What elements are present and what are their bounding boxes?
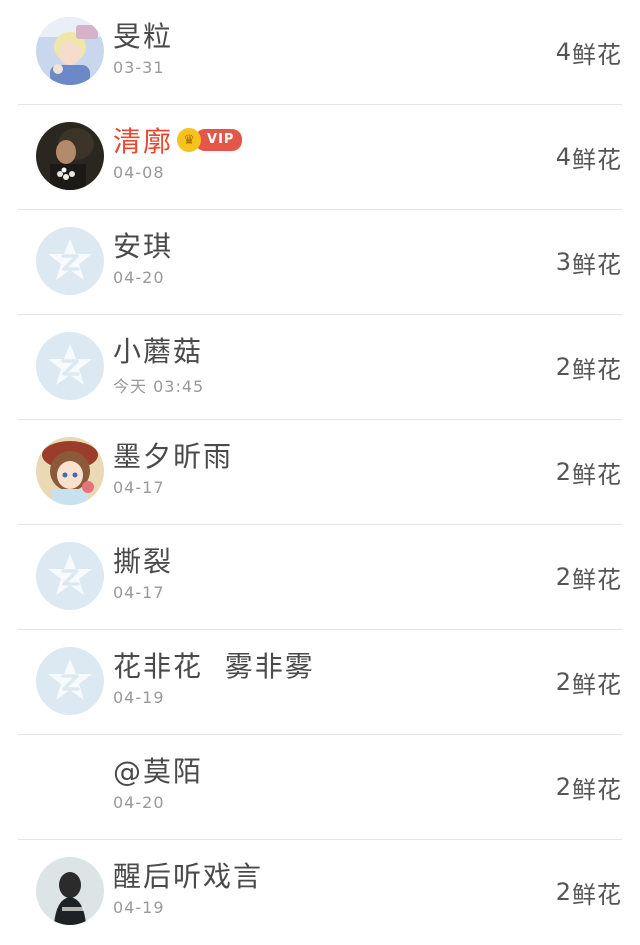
list-item[interactable]: 撕裂 04-17 2 鲜花 (18, 525, 622, 630)
user-photo-icon (36, 17, 104, 85)
flower-count: 2 鲜花 (556, 840, 622, 944)
avatar[interactable] (36, 752, 104, 820)
flower-count-value: 2 (555, 458, 572, 486)
avatar[interactable] (36, 542, 104, 610)
name-line: 醒后听戏言 (113, 856, 263, 894)
avatar[interactable] (36, 17, 104, 85)
flower-count: 2 鲜花 (556, 735, 622, 839)
flower-unit: 鲜花 (572, 145, 622, 174)
user-name[interactable]: 墨夕昕雨 (113, 435, 233, 475)
user-photo-icon (36, 122, 104, 190)
flower-count-value: 3 (555, 248, 572, 276)
qzone-star-icon (48, 554, 92, 595)
user-name[interactable]: 撕裂 (113, 540, 173, 580)
user-name[interactable]: 清廓 (113, 120, 173, 160)
user-name[interactable]: 醒后听戏言 (113, 855, 263, 895)
flower-count: 3 鲜花 (556, 210, 622, 314)
avatar[interactable] (36, 857, 104, 925)
date-label: 04-20 (113, 268, 165, 287)
date-label: 今天 03:45 (113, 377, 205, 396)
user-photo-icon (36, 857, 104, 925)
name-line: 撕裂 (113, 541, 173, 579)
list-item[interactable]: 清廓 ♛ VIP 04-08 4 鲜花 (18, 105, 622, 210)
flower-count: 4 鲜花 (556, 0, 622, 104)
flower-count: 2 鲜花 (556, 525, 622, 629)
date-label: 04-08 (113, 163, 165, 182)
list-item[interactable]: 醒后听戏言 04-19 2 鲜花 (18, 840, 622, 945)
flower-count: 2 鲜花 (556, 315, 622, 419)
list-item[interactable]: 安琪 04-20 3 鲜花 (18, 210, 622, 315)
flower-count-value: 4 (555, 38, 572, 66)
user-name[interactable]: 花非花 雾非雾 (113, 645, 315, 685)
list-item[interactable]: 小蘑菇 今天 03:45 2 鲜花 (18, 315, 622, 420)
name-line: 小蘑菇 (113, 331, 203, 369)
name-line: @莫陌 (113, 751, 203, 789)
user-name[interactable]: 旻粒 (113, 15, 173, 55)
avatar[interactable] (36, 647, 104, 715)
user-name[interactable]: 安琪 (113, 225, 173, 265)
flower-unit: 鲜花 (572, 775, 622, 804)
avatar[interactable] (36, 122, 104, 190)
name-line: 清廓 ♛ VIP (113, 120, 243, 160)
avatar[interactable] (36, 227, 104, 295)
avatar[interactable] (36, 332, 104, 400)
date-label: 04-19 (113, 688, 165, 707)
flower-unit: 鲜花 (572, 40, 622, 69)
qzone-star-icon (48, 239, 92, 280)
qzone-star-icon (48, 344, 92, 385)
date-label: 04-17 (113, 478, 165, 497)
name-line: 旻粒 (113, 16, 173, 54)
flower-unit: 鲜花 (572, 460, 622, 489)
flower-count-value: 2 (555, 773, 572, 801)
list-item[interactable]: 旻粒 03-31 4 鲜花 (18, 0, 622, 105)
name-line: 墨夕昕雨 (113, 436, 233, 474)
date-label: 03-31 (113, 58, 165, 77)
flower-count: 2 鲜花 (556, 630, 622, 734)
name-line: 花非花 雾非雾 (113, 646, 315, 684)
list-item[interactable]: @莫陌 04-20 2 鲜花 (18, 735, 622, 840)
flower-unit: 鲜花 (572, 880, 622, 909)
flower-count: 4 鲜花 (556, 105, 622, 209)
user-photo-icon (36, 437, 104, 505)
vip-badge: VIP (195, 129, 243, 151)
list-item[interactable]: 花非花 雾非雾 04-19 2 鲜花 (18, 630, 622, 735)
name-line: 安琪 (113, 226, 173, 264)
flower-count-value: 2 (555, 353, 572, 381)
flower-unit: 鲜花 (572, 670, 622, 699)
user-name[interactable]: 小蘑菇 (113, 330, 203, 370)
flower-count-value: 2 (555, 563, 572, 591)
date-label: 04-19 (113, 898, 165, 917)
flower-count-value: 2 (555, 668, 572, 696)
flower-count-value: 2 (555, 878, 572, 906)
list-item[interactable]: 墨夕昕雨 04-17 2 鲜花 (18, 420, 622, 525)
flower-leaderboard-list: 旻粒 03-31 4 鲜花 清廓 ♛ VIP 04-08 4 鲜花 安琪 04-… (0, 0, 640, 942)
flower-count-value: 4 (555, 143, 572, 171)
flower-unit: 鲜花 (572, 565, 622, 594)
qzone-star-icon (48, 659, 92, 700)
crown-icon: ♛ (177, 128, 202, 152)
flower-unit: 鲜花 (572, 355, 622, 384)
avatar[interactable] (36, 437, 104, 505)
user-name[interactable]: @莫陌 (113, 750, 203, 790)
flower-count: 2 鲜花 (556, 420, 622, 524)
date-label: 04-17 (113, 583, 165, 602)
date-label: 04-20 (113, 793, 165, 812)
flower-unit: 鲜花 (572, 250, 622, 279)
